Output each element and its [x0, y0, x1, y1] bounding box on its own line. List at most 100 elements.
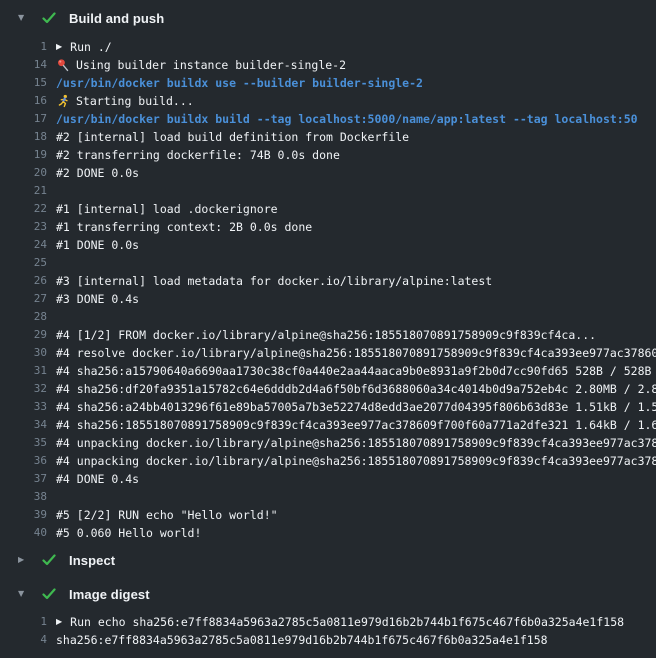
log-line: 21	[0, 182, 656, 200]
section-header-build-and-push[interactable]: ▼ Build and push	[0, 6, 656, 30]
line-number[interactable]: 17	[0, 110, 47, 128]
line-number[interactable]: 15	[0, 74, 47, 92]
section-title: Inspect	[69, 553, 115, 568]
log-line: 32 #4 sha256:df20fa9351a15782c64e6dddb2d4…	[0, 380, 656, 398]
chevron-down-icon[interactable]: ▼	[18, 590, 30, 598]
line-number[interactable]: 22	[0, 200, 47, 218]
log-section-build-and-push: ▼ Build and push 1 ▶Run ./ 14 Using builder…	[0, 6, 656, 542]
line-content: #4 sha256:a24bb4013296f61e89ba57005a7b3e…	[56, 398, 656, 416]
log-line: 30 #4 resolve docker.io/library/alpine@sh…	[0, 344, 656, 362]
line-number[interactable]: 21	[0, 182, 47, 200]
line-content: #1 [internal] load .dockerignore	[56, 200, 656, 218]
section-log-lines: 1 ▶Run echo sha256:e7ff8834a5963a2785c5a0…	[0, 613, 656, 649]
line-text: #4 unpacking docker.io/library/alpine@sh…	[56, 434, 656, 452]
line-number[interactable]: 32	[0, 380, 47, 398]
pushpin-icon	[56, 58, 70, 72]
log-line: 26 #3 [internal] load metadata for docker…	[0, 272, 656, 290]
line-content: #2 [internal] load build definition from…	[56, 128, 656, 146]
log-line: 16 Starting build...	[0, 92, 656, 110]
line-number[interactable]: 36	[0, 452, 47, 470]
line-content: ▶Run echo sha256:e7ff8834a5963a2785c5a08…	[56, 613, 656, 631]
line-number[interactable]: 29	[0, 326, 47, 344]
log-line: 18 #2 [internal] load build definition fr…	[0, 128, 656, 146]
line-number[interactable]: 25	[0, 254, 47, 272]
line-text: /usr/bin/docker buildx use --builder bui…	[56, 74, 423, 92]
run-expander-icon[interactable]: ▶	[56, 618, 62, 626]
log-line: 24 #1 DONE 0.0s	[0, 236, 656, 254]
line-number[interactable]: 1	[0, 38, 47, 56]
line-content: Using builder instance builder-single-2	[56, 56, 656, 74]
chevron-right-icon[interactable]: ▶	[18, 556, 30, 564]
line-number[interactable]: 35	[0, 434, 47, 452]
line-number[interactable]: 27	[0, 290, 47, 308]
line-content: #4 resolve docker.io/library/alpine@sha2…	[56, 344, 656, 362]
line-number[interactable]: 33	[0, 398, 47, 416]
log-line: 39#5 [2/2] RUN echo "Hello world!"	[0, 506, 656, 524]
line-number[interactable]: 37	[0, 470, 47, 488]
line-number[interactable]: 39	[0, 506, 47, 524]
line-text: Starting build...	[76, 92, 194, 110]
line-number[interactable]: 26	[0, 272, 47, 290]
section-header-inspect[interactable]: ▶ Inspect	[0, 548, 656, 572]
log-line: 40#5 0.060 Hello world!	[0, 524, 656, 542]
log-line: 25	[0, 254, 656, 272]
line-number[interactable]: 40	[0, 524, 47, 542]
line-number[interactable]: 14	[0, 56, 47, 74]
line-content: #1 DONE 0.0s	[56, 236, 656, 254]
line-content	[56, 254, 656, 272]
line-content: #4 unpacking docker.io/library/alpine@sh…	[56, 452, 656, 470]
line-number[interactable]: 19	[0, 146, 47, 164]
log-line: 14 Using builder instance builder-single-…	[0, 56, 656, 74]
line-text: #4 [1/2] FROM docker.io/library/alpine@s…	[56, 326, 596, 344]
line-text: /usr/bin/docker buildx build --tag local…	[56, 110, 638, 128]
line-text: #4 sha256:a15790640a6690aa1730c38cf0a440…	[56, 362, 656, 380]
log-line: 37 #4 DONE 0.4s	[0, 470, 656, 488]
log-line: 20 #2 DONE 0.0s	[0, 164, 656, 182]
log-line: 1 ▶Run ./	[0, 38, 656, 56]
line-content: ▶Run ./	[56, 38, 656, 56]
section-header-image-digest[interactable]: ▼ Image digest	[0, 582, 656, 606]
line-content: /usr/bin/docker buildx build --tag local…	[56, 110, 656, 128]
line-content: #4 sha256:df20fa9351a15782c64e6dddb2d4a6…	[56, 380, 656, 398]
check-success-icon	[42, 12, 56, 24]
log-line: 17/usr/bin/docker buildx build --tag loc…	[0, 110, 656, 128]
line-text: #2 transferring dockerfile: 74B 0.0s don…	[56, 146, 340, 164]
line-content: #4 [1/2] FROM docker.io/library/alpine@s…	[56, 326, 656, 344]
line-text: #2 [internal] load build definition from…	[56, 128, 409, 146]
line-text: #4 resolve docker.io/library/alpine@sha2…	[56, 344, 656, 362]
line-number[interactable]: 1	[0, 613, 47, 631]
line-number[interactable]: 28	[0, 308, 47, 326]
line-content: #1 transferring context: 2B 0.0s done	[56, 218, 656, 236]
section-log-lines: 1 ▶Run ./ 14 Using builder instance builder…	[0, 38, 656, 542]
line-text: Using builder instance builder-single-2	[76, 56, 346, 74]
line-number[interactable]: 30	[0, 344, 47, 362]
log-line: 15/usr/bin/docker buildx use --builder b…	[0, 74, 656, 92]
log-section-image-digest: ▼ Image digest 1 ▶Run echo sha256:e7ff883…	[0, 582, 656, 649]
log-line: 27#3 DONE 0.4s	[0, 290, 656, 308]
line-content: sha256:e7ff8834a5963a2785c5a0811e979d16b…	[56, 631, 656, 649]
line-number[interactable]: 16	[0, 92, 47, 110]
actions-log-viewer: ▼ Build and push 1▶Run ./14Using builder…	[0, 0, 656, 649]
line-text: sha256:e7ff8834a5963a2785c5a0811e979d16b…	[56, 631, 548, 649]
line-number[interactable]: 4	[0, 631, 47, 649]
line-text: #3 [internal] load metadata for docker.i…	[56, 272, 492, 290]
line-content: /usr/bin/docker buildx use --builder bui…	[56, 74, 656, 92]
line-content: #4 DONE 0.4s	[56, 470, 656, 488]
chevron-down-icon[interactable]: ▼	[18, 14, 30, 22]
line-number[interactable]: 23	[0, 218, 47, 236]
line-content	[56, 488, 656, 506]
runner-icon	[56, 94, 70, 108]
line-number[interactable]: 31	[0, 362, 47, 380]
line-content: #4 sha256:185518070891758909c9f839cf4ca3…	[56, 416, 656, 434]
line-text: #1 transferring context: 2B 0.0s done	[56, 218, 312, 236]
line-number[interactable]: 20	[0, 164, 47, 182]
line-number[interactable]: 24	[0, 236, 47, 254]
line-number[interactable]: 18	[0, 128, 47, 146]
log-line: 29 #4 [1/2] FROM docker.io/library/alpine…	[0, 326, 656, 344]
line-text: #4 sha256:a24bb4013296f61e89ba57005a7b3e…	[56, 398, 656, 416]
line-number[interactable]: 38	[0, 488, 47, 506]
line-text: #2 DONE 0.0s	[56, 164, 139, 182]
check-success-icon	[42, 588, 56, 600]
run-expander-icon[interactable]: ▶	[56, 43, 62, 51]
line-number[interactable]: 34	[0, 416, 47, 434]
